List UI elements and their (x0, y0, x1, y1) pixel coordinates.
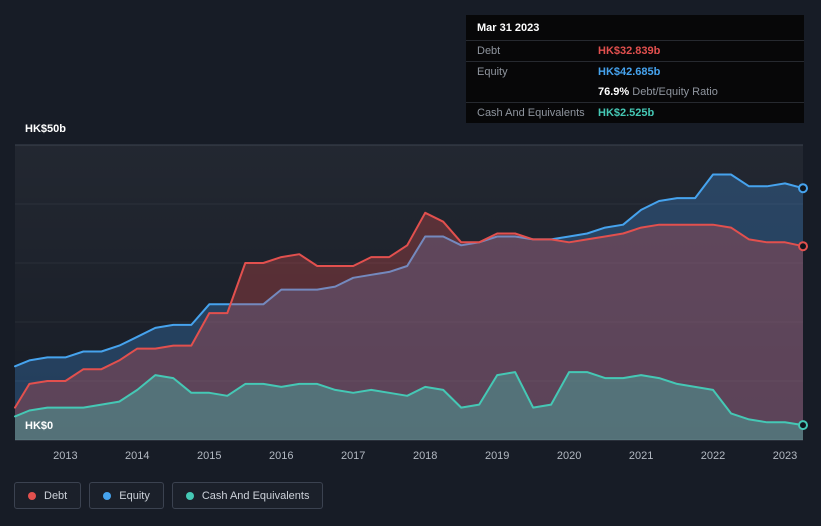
legend-item-equity[interactable]: Equity (89, 482, 164, 509)
y-axis-label-zero: HK$0 (25, 420, 54, 432)
tooltip-cash-value: HK$2.525b (598, 107, 655, 119)
cash-series-dot-icon (185, 491, 194, 500)
tooltip-debt-row: Debt HK$32.839b (466, 41, 804, 62)
tooltip-cash-label: Cash And Equivalents (477, 107, 585, 119)
tooltip-ratio-value: 76.9% (598, 86, 630, 98)
tooltip-ratio-row: 76.9% Debt/Equity Ratio (466, 82, 804, 103)
y-axis-label-max: HK$50b (25, 123, 66, 135)
tooltip-date: Mar 31 2023 (466, 15, 804, 41)
tooltip-cash-row: Cash And Equivalents HK$2.525b (466, 103, 804, 123)
cash-and-equivalents-endpoint-marker[interactable] (798, 420, 808, 431)
debt-series-dot-icon (28, 491, 36, 500)
legend-item-cash-label: Cash And Equivalents (201, 489, 310, 502)
equity-endpoint-marker[interactable] (798, 183, 808, 194)
debt-endpoint-marker[interactable] (798, 241, 808, 252)
tooltip-debt-label: Debt (477, 45, 501, 57)
tooltip-ratio: 76.9% Debt/Equity Ratio (598, 86, 793, 98)
equity-series-dot-icon (103, 491, 112, 500)
chart-tooltip: Mar 31 2023 Debt HK$32.839b Equity HK$42… (466, 15, 804, 123)
chart-legend: Debt Equity Cash And Equivalents (14, 482, 324, 509)
legend-item-cash[interactable]: Cash And Equivalents (171, 482, 324, 509)
tooltip-debt-value: HK$32.839b (598, 45, 661, 57)
tooltip-ratio-label: Debt/Equity Ratio (632, 86, 718, 98)
legend-item-debt-label: Debt (44, 489, 68, 502)
tooltip-equity-row: Equity HK$42.685b (466, 62, 804, 82)
tooltip-equity-label: Equity (477, 66, 508, 78)
legend-item-equity-label: Equity (119, 489, 150, 502)
legend-item-debt[interactable]: Debt (14, 482, 82, 509)
tooltip-equity-value: HK$42.685b (598, 66, 661, 78)
debt-equity-history-page: HK$50b HK$0 2013 2014 2015 2016 2017 2018 2019… (0, 0, 821, 526)
